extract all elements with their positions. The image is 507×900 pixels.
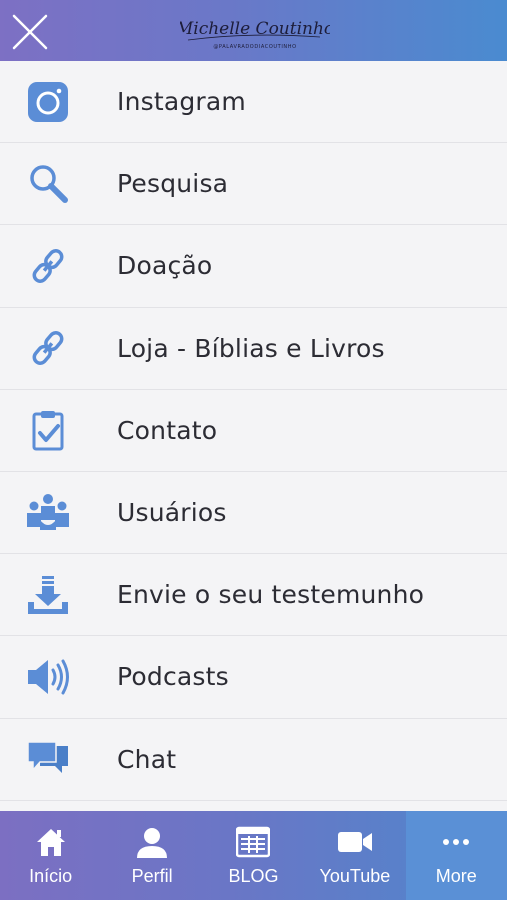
menu-item-label: Chat bbox=[117, 744, 177, 774]
tab-blog[interactable]: BLOG bbox=[203, 811, 304, 900]
tab-label: More bbox=[435, 866, 477, 886]
tab-label: Perfil bbox=[131, 866, 173, 886]
menu-item-usuarios[interactable]: Usuários bbox=[0, 472, 507, 555]
menu-item-testemunho[interactable]: Envie o seu testemunho bbox=[0, 554, 507, 637]
blog-icon bbox=[236, 825, 271, 859]
menu-item-label: Usuários bbox=[117, 498, 227, 528]
tab-label: Início bbox=[29, 866, 73, 886]
menu-item-instagram[interactable]: Instagram bbox=[0, 61, 507, 144]
menu-item-label: Doação bbox=[117, 251, 213, 281]
search-icon bbox=[26, 162, 70, 206]
tab-more[interactable]: More bbox=[405, 811, 507, 900]
menu-item-pesquisa[interactable]: Pesquisa bbox=[0, 143, 507, 226]
tab-label: BLOG bbox=[228, 866, 279, 886]
link-icon bbox=[26, 244, 70, 288]
download-icon bbox=[26, 573, 70, 617]
menu-item-contato[interactable]: Contato bbox=[0, 390, 507, 472]
menu-item-doacao[interactable]: Doação bbox=[0, 225, 507, 308]
tab-inicio[interactable]: Início bbox=[0, 811, 101, 900]
app-header: Michelle Coutinho @PALAVRADODIACOUTINHO bbox=[0, 0, 507, 61]
side-menu: Instagram Pesquisa Doação Loja - Bíblias… bbox=[0, 61, 507, 811]
tab-perfil[interactable]: Perfil bbox=[101, 811, 202, 900]
menu-item-chat[interactable]: Chat bbox=[0, 719, 507, 801]
menu-item-label: Podcasts bbox=[117, 662, 229, 692]
menu-item-label: Contato bbox=[117, 415, 218, 445]
home-icon bbox=[34, 825, 68, 859]
link-icon bbox=[26, 326, 70, 370]
bottom-tab-bar: Início Perfil BLOG YouTube More bbox=[0, 811, 507, 900]
menu-item-label: Envie o seu testemunho bbox=[117, 580, 425, 610]
chat-icon bbox=[26, 737, 70, 781]
instagram-icon bbox=[26, 80, 70, 124]
users-icon bbox=[26, 491, 70, 535]
svg-text:@PALAVRADODIACOUTINHO: @PALAVRADODIACOUTINHO bbox=[213, 44, 296, 50]
menu-item-podcasts[interactable]: Podcasts bbox=[0, 636, 507, 719]
close-icon[interactable] bbox=[10, 12, 50, 52]
clipboard-check-icon bbox=[26, 408, 70, 452]
tab-label: YouTube bbox=[319, 866, 391, 886]
menu-item-loja[interactable]: Loja - Bíblias e Livros bbox=[0, 308, 507, 390]
more-icon bbox=[439, 825, 473, 859]
brand-logo: Michelle Coutinho @PALAVRADODIACOUTINHO bbox=[180, 19, 330, 50]
menu-item-label: Instagram bbox=[117, 87, 246, 117]
speaker-icon bbox=[26, 655, 70, 699]
profile-icon bbox=[135, 825, 169, 859]
menu-item-label: Loja - Bíblias e Livros bbox=[117, 333, 385, 363]
video-icon bbox=[337, 825, 373, 859]
tab-youtube[interactable]: YouTube bbox=[304, 811, 405, 900]
menu-item-label: Pesquisa bbox=[117, 169, 229, 199]
